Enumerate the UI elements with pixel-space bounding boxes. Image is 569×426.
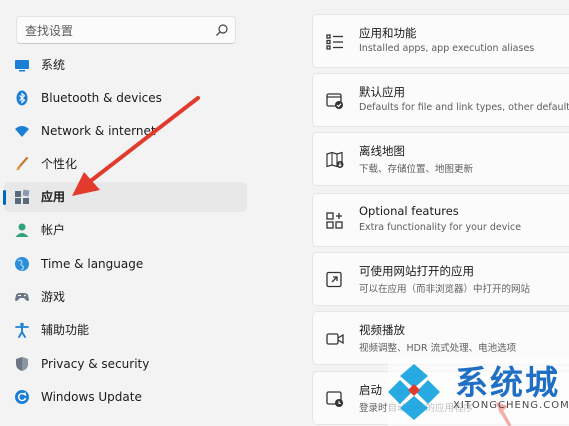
apps-pointer-arrow [72, 96, 200, 196]
watermark-url: XITONGCHENG.COM [453, 400, 569, 411]
watermark-text: 系统城 [455, 363, 560, 402]
